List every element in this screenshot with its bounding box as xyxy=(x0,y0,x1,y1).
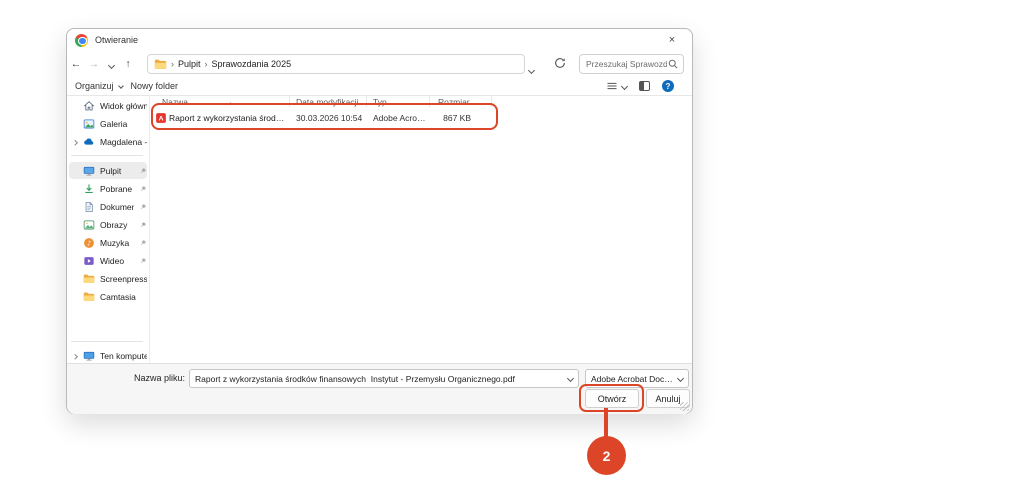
command-bar: Organizuj Nowy folder ? xyxy=(67,77,692,95)
divider xyxy=(71,341,143,342)
breadcrumb-item-sprawozdania[interactable]: Sprawozdania 2025 xyxy=(212,59,292,69)
sidebar-item-dokumenty[interactable]: Dokumenty xyxy=(69,198,147,215)
pin-icon[interactable] xyxy=(139,257,147,265)
gallery-icon xyxy=(83,118,95,130)
sidebar-item-ten-komputer[interactable]: Ten komputer xyxy=(69,347,147,364)
file-type: Adobe Acrobat D... xyxy=(373,113,427,123)
chevron-down-icon xyxy=(677,375,684,382)
file-modified-date: 30.03.2026 10:54 xyxy=(296,113,368,123)
help-icon[interactable]: ? xyxy=(662,80,674,92)
column-divider[interactable] xyxy=(366,96,367,107)
sidebar-item-wideo[interactable]: Wideo xyxy=(69,252,147,269)
back-icon[interactable]: ← xyxy=(67,58,85,70)
pdf-file-icon: A xyxy=(155,112,167,124)
video-icon xyxy=(83,255,95,267)
svg-text:A: A xyxy=(159,116,164,123)
sidebar-item-camtasia[interactable]: Camtasia xyxy=(69,288,147,305)
chevron-right-icon[interactable] xyxy=(73,137,77,147)
column-header-typ[interactable]: Typ xyxy=(373,97,387,107)
folder-icon xyxy=(83,291,95,303)
sidebar-item-pulpit[interactable]: Pulpit xyxy=(69,162,147,179)
forward-icon[interactable]: → xyxy=(85,58,103,70)
resize-grip[interactable] xyxy=(680,402,689,411)
chevron-right-icon[interactable] xyxy=(73,351,77,361)
music-icon: ♪ xyxy=(83,237,95,249)
search-box xyxy=(579,54,684,74)
desktop-icon xyxy=(83,165,95,177)
column-divider[interactable] xyxy=(429,96,430,107)
address-dropdown-chevron-icon[interactable] xyxy=(529,60,534,78)
dialog-title: Otwieranie xyxy=(95,35,138,45)
organize-label: Organizuj xyxy=(75,81,114,91)
pin-icon[interactable] xyxy=(139,221,147,229)
svg-text:♪: ♪ xyxy=(87,239,91,247)
view-controls: ? xyxy=(606,80,674,92)
column-header-rozmiar[interactable]: Rozmiar xyxy=(438,97,470,107)
sidebar-item-muzyka[interactable]: ♪ Muzyka xyxy=(69,234,147,251)
open-file-dialog: Otwieranie × ← → ↑ › Pulpit › Sprawozdan… xyxy=(66,28,693,414)
filetype-value: Adobe Acrobat Document (*.p xyxy=(591,374,674,384)
downloads-icon xyxy=(83,183,95,195)
column-divider[interactable] xyxy=(289,96,290,107)
organize-menu[interactable]: Organizuj xyxy=(75,81,123,91)
chevron-down-icon[interactable] xyxy=(567,375,574,382)
column-header-data-modyfikacji[interactable]: Data modyfikacji xyxy=(296,97,358,107)
step-number: 2 xyxy=(603,448,611,464)
documents-icon xyxy=(83,201,95,213)
sidebar-item-widok-glowny[interactable]: Widok główny xyxy=(69,97,147,114)
chrome-logo-icon xyxy=(75,34,88,47)
up-icon[interactable]: ↑ xyxy=(119,58,137,70)
column-header-nazwa[interactable]: Nazwa xyxy=(162,97,188,107)
pin-icon[interactable] xyxy=(139,167,147,175)
divider xyxy=(67,95,692,96)
home-icon xyxy=(83,100,95,112)
column-divider[interactable] xyxy=(491,96,492,107)
breadcrumb[interactable]: › Pulpit › Sprawozdania 2025 xyxy=(147,54,525,74)
sidebar-item-screenpresso[interactable]: Screenpresso xyxy=(69,270,147,287)
filename-combobox xyxy=(189,369,579,388)
sidebar-item-onedrive[interactable]: Magdalena - Oś xyxy=(69,133,147,150)
chevron-down-icon xyxy=(621,82,628,89)
dialog-footer: Nazwa pliku: Adobe Acrobat Document (*.p… xyxy=(67,363,692,414)
search-icon xyxy=(667,58,679,70)
annotation-connector-line xyxy=(604,408,608,438)
dialog-titlebar: Otwieranie × xyxy=(67,29,692,51)
recent-locations-chevron-icon[interactable] xyxy=(103,55,119,73)
breadcrumb-separator: › xyxy=(205,59,208,69)
divider xyxy=(71,155,143,156)
step-2-badge: 2 xyxy=(587,436,626,475)
navigation-bar: ← → ↑ › Pulpit › Sprawozdania 2025 xyxy=(67,51,692,77)
sidebar-item-pobrane[interactable]: Pobrane xyxy=(69,180,147,197)
breadcrumb-separator: › xyxy=(171,59,174,69)
sidebar-item-galeria[interactable]: Galeria xyxy=(69,115,147,132)
view-options-icon[interactable] xyxy=(606,80,627,92)
filetype-select[interactable]: Adobe Acrobat Document (*.p xyxy=(585,369,689,388)
breadcrumb-item-pulpit[interactable]: Pulpit xyxy=(178,59,201,69)
folder-icon xyxy=(83,273,95,285)
preview-pane-icon[interactable] xyxy=(639,81,650,91)
refresh-icon[interactable] xyxy=(553,56,569,72)
onedrive-cloud-icon xyxy=(83,136,95,148)
pin-icon[interactable] xyxy=(139,239,147,247)
pin-icon[interactable] xyxy=(139,185,147,193)
filename-label: Nazwa pliku: xyxy=(67,373,185,383)
search-input[interactable] xyxy=(586,59,667,69)
filename-input[interactable] xyxy=(195,374,564,384)
new-folder-label: Nowy folder xyxy=(131,81,179,91)
pictures-icon xyxy=(83,219,95,231)
file-row-raport[interactable]: A Raport z wykorzystania środków finanso… xyxy=(153,108,493,128)
close-button[interactable]: × xyxy=(660,31,684,49)
folder-icon xyxy=(154,58,167,71)
open-button[interactable]: Otwórz xyxy=(585,389,639,408)
this-pc-icon xyxy=(83,350,95,362)
new-folder-button[interactable]: Nowy folder xyxy=(131,81,179,91)
screenshot-canvas: Otwieranie × ← → ↑ › Pulpit › Sprawozdan… xyxy=(0,0,1024,497)
file-name: Raport z wykorzystania środków finanso..… xyxy=(169,113,285,123)
file-size: 867 KB xyxy=(423,113,471,123)
sidebar-item-obrazy[interactable]: Obrazy xyxy=(69,216,147,233)
sidebar-splitter[interactable] xyxy=(149,95,150,363)
pin-icon[interactable] xyxy=(139,203,147,211)
chevron-down-icon xyxy=(118,83,124,89)
